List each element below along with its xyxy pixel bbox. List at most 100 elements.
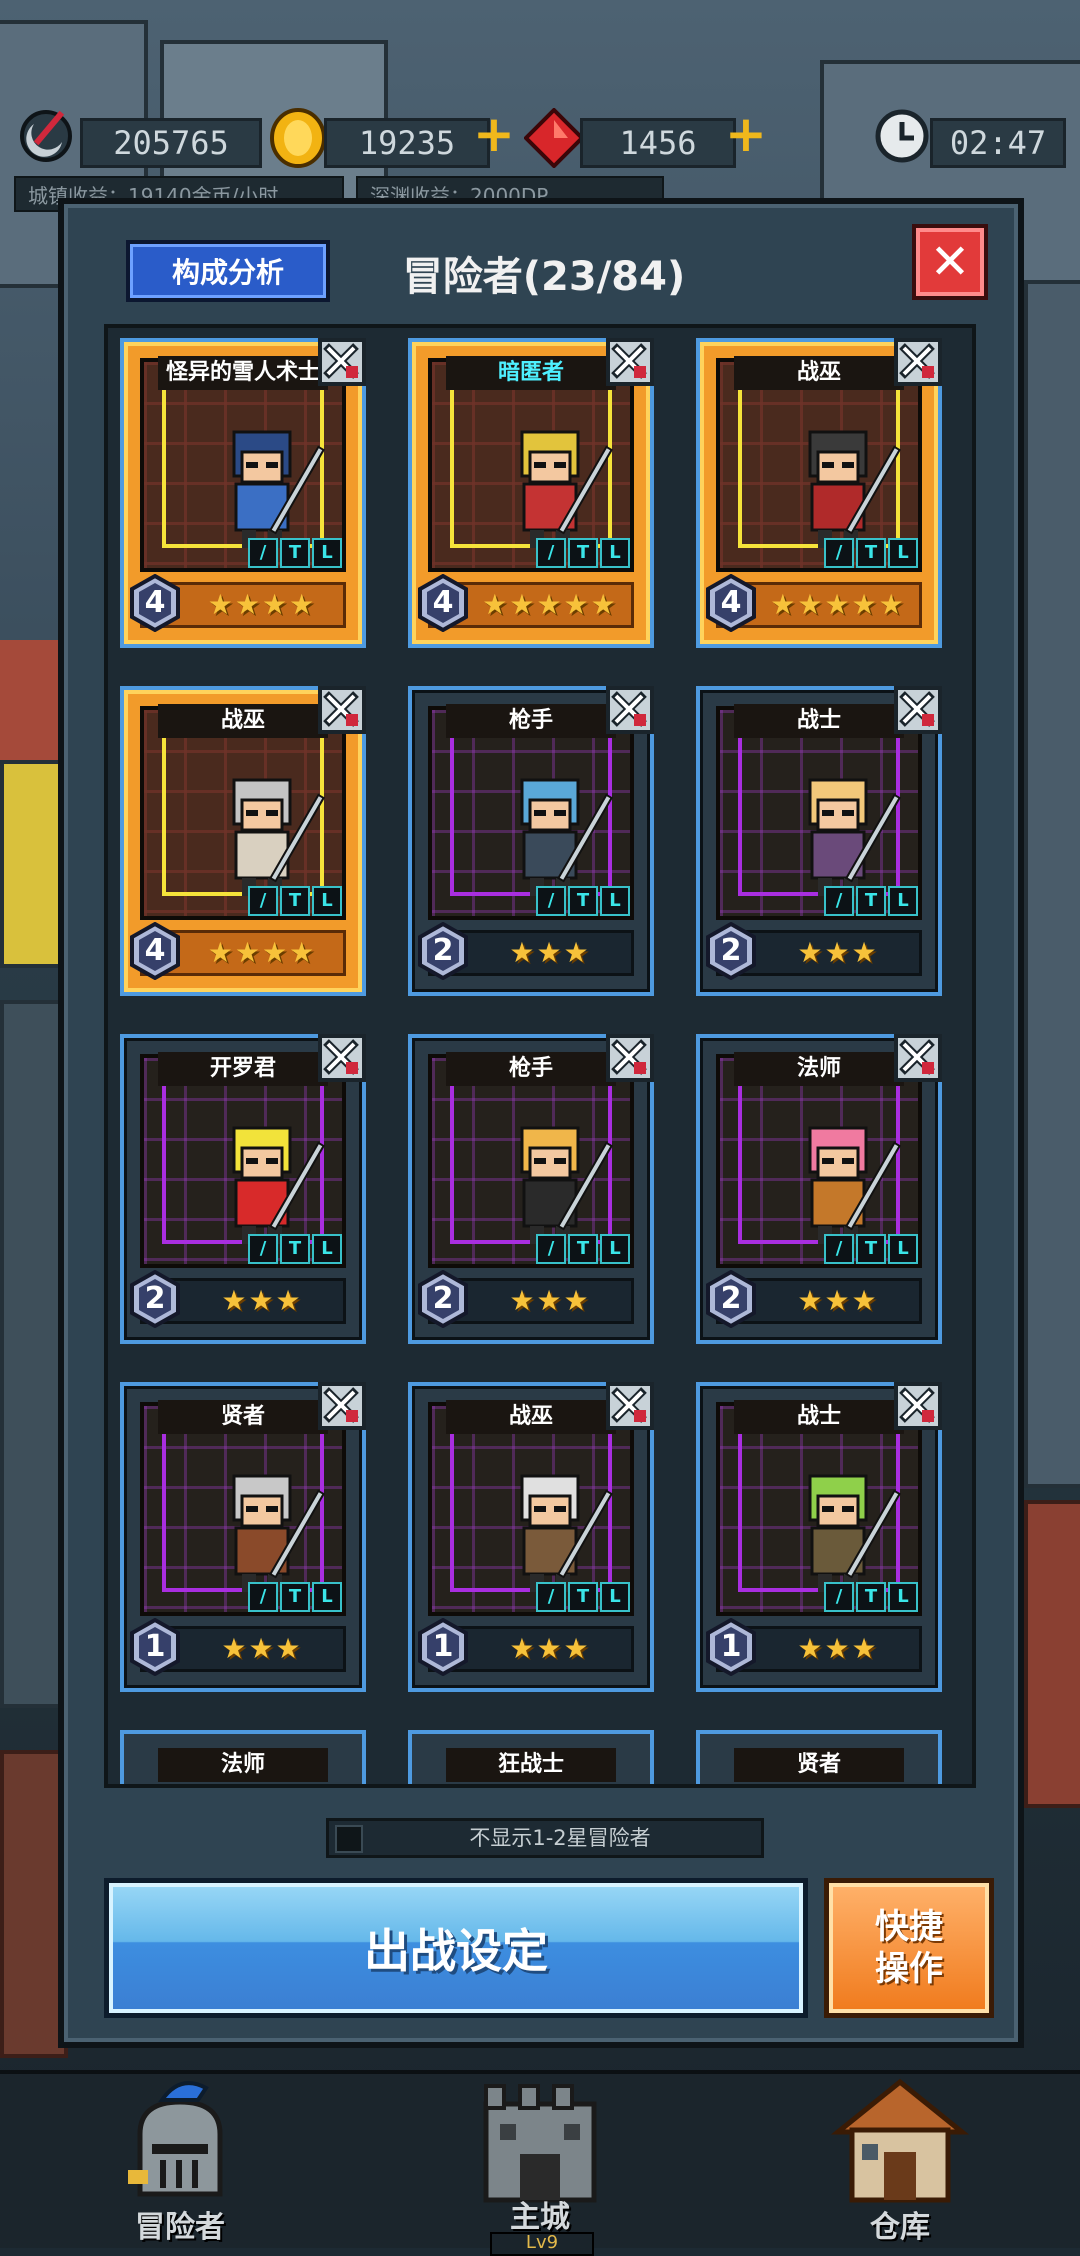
armor-slot-icon: T	[856, 1582, 886, 1612]
boots-slot-icon: L	[888, 886, 918, 916]
crossed-swords-icon[interactable]	[316, 1380, 368, 1432]
gold-coin-icon	[266, 106, 330, 170]
adventurer-grid: 怪异的雪人术士 / T L 4 ★★★★ 暗匿者 / T L 4 ★★★★★ 战巫 / T L 4 ★★★★★ 战巫…	[120, 338, 966, 1692]
adventurer-name: 贤者	[158, 1400, 328, 1434]
crossed-swords-icon[interactable]	[892, 336, 944, 388]
level-badge: 2	[706, 921, 756, 981]
adventurer-card[interactable]: 枪手 / T L 2 ★★★	[408, 1034, 654, 1344]
equipment-slots: / T L	[536, 1582, 630, 1612]
weapon-slot-icon: /	[824, 538, 854, 568]
quick-label-1: 快捷	[875, 1907, 943, 1947]
add-gold-button[interactable]: +	[472, 109, 516, 159]
crossed-swords-icon[interactable]	[604, 336, 656, 388]
nav-main-city-label: 主城	[510, 2200, 570, 2235]
adventurer-card[interactable]: 贤者	[696, 1730, 942, 1784]
adventurer-name: 贤者	[734, 1748, 904, 1782]
adventurer-card[interactable]: 法师	[120, 1730, 366, 1784]
nav-adventurers[interactable]: 冒险者	[0, 2074, 360, 2248]
crossed-swords-icon[interactable]	[316, 684, 368, 736]
panel-header: 构成分析 冒险者(23/84) ✕	[64, 204, 1018, 324]
equipment-slots: / T L	[248, 538, 342, 568]
level-badge: 4	[130, 921, 180, 981]
crossed-swords-icon[interactable]	[604, 1380, 656, 1432]
level-number: 1	[720, 1629, 742, 1664]
composition-analysis-button[interactable]: 构成分析	[126, 240, 330, 302]
crossed-swords-icon[interactable]	[892, 684, 944, 736]
adventurer-name: 开罗君	[158, 1052, 328, 1086]
adventurer-name: 暗匿者	[446, 356, 616, 390]
gold-value: 19235	[324, 118, 490, 168]
adventurer-name: 枪手	[446, 1052, 616, 1086]
star-rating: ★★★	[509, 1632, 591, 1665]
warehouse-house-icon	[830, 2074, 970, 2204]
crossed-swords-icon[interactable]	[892, 1032, 944, 1084]
equipment-slots: / T L	[824, 886, 918, 916]
checkbox[interactable]	[335, 1825, 363, 1853]
level-number: 2	[432, 933, 454, 968]
level-badge: 2	[418, 1269, 468, 1329]
weapon-slot-icon: /	[536, 538, 566, 568]
add-gems-button[interactable]: +	[724, 109, 768, 159]
crossed-swords-icon[interactable]	[316, 336, 368, 388]
boots-slot-icon: L	[888, 538, 918, 568]
armor-slot-icon: T	[280, 1234, 310, 1264]
adventurer-card[interactable]: 开罗君 / T L 2 ★★★	[120, 1034, 366, 1344]
adventurer-name: 战巫	[734, 356, 904, 390]
weapon-slot-icon: /	[536, 1234, 566, 1264]
boots-slot-icon: L	[312, 538, 342, 568]
level-badge: 2	[418, 921, 468, 981]
armor-slot-icon: T	[568, 538, 598, 568]
battle-settings-button[interactable]: 出战设定	[104, 1878, 808, 2018]
star-rating: ★★★	[797, 1284, 879, 1317]
nav-warehouse[interactable]: 仓库	[720, 2074, 1080, 2248]
star-rating: ★★★	[797, 1632, 879, 1665]
boots-slot-icon: L	[312, 1582, 342, 1612]
star-rating: ★★★	[509, 1284, 591, 1317]
boots-slot-icon: L	[600, 1234, 630, 1264]
adventurer-card[interactable]: 战巫 / T L 4 ★★★★★	[696, 338, 942, 648]
nav-main-city[interactable]: 主城 Lv9	[360, 2074, 720, 2256]
boots-slot-icon: L	[888, 1582, 918, 1612]
clock-icon	[872, 106, 932, 166]
level-badge: 4	[706, 573, 756, 633]
town-coins-value: 205765	[80, 118, 262, 168]
quick-action-button[interactable]: 快捷 操作	[824, 1878, 994, 2018]
level-number: 1	[432, 1629, 454, 1664]
hide-low-star-toggle[interactable]: 不显示1-2星冒险者	[326, 1818, 764, 1858]
adventurer-card[interactable]: 贤者 / T L 1 ★★★	[120, 1382, 366, 1692]
equipment-slots: / T L	[248, 1234, 342, 1264]
level-number: 4	[144, 585, 166, 620]
crossed-swords-icon[interactable]	[892, 1380, 944, 1432]
boots-slot-icon: L	[888, 1234, 918, 1264]
adventurer-card[interactable]: 战巫 / T L 4 ★★★★	[120, 686, 366, 996]
weapon-slot-icon: /	[248, 538, 278, 568]
adventurer-card[interactable]: 战士 / T L 2 ★★★	[696, 686, 942, 996]
star-rating: ★★★★★	[770, 588, 906, 621]
close-button[interactable]: ✕	[912, 224, 988, 300]
weapon-slot-icon: /	[824, 1582, 854, 1612]
crossed-swords-icon[interactable]	[316, 1032, 368, 1084]
adventurer-card[interactable]: 法师 / T L 2 ★★★	[696, 1034, 942, 1344]
adventurer-card[interactable]: 狂战士	[408, 1730, 654, 1784]
armor-slot-icon: T	[568, 1234, 598, 1264]
crossed-swords-icon[interactable]	[604, 684, 656, 736]
weapon-slot-icon: /	[248, 1582, 278, 1612]
adventurer-card[interactable]: 暗匿者 / T L 4 ★★★★★	[408, 338, 654, 648]
crossed-swords-icon[interactable]	[604, 1032, 656, 1084]
adventurer-list[interactable]: 怪异的雪人术士 / T L 4 ★★★★ 暗匿者 / T L 4 ★★★★★ 战巫 / T L 4 ★★★★★ 战巫…	[104, 324, 976, 1788]
armor-slot-icon: T	[568, 886, 598, 916]
boots-slot-icon: L	[600, 886, 630, 916]
equipment-slots: / T L	[824, 1234, 918, 1264]
equipment-slots: / T L	[824, 538, 918, 568]
equipment-slots: / T L	[248, 886, 342, 916]
adventurer-name: 战巫	[446, 1400, 616, 1434]
filter-label: 不显示1-2星冒险者	[469, 1826, 651, 1850]
armor-slot-icon: T	[280, 538, 310, 568]
adventurer-card[interactable]: 怪异的雪人术士 / T L 4 ★★★★	[120, 338, 366, 648]
weapon-slot-icon: /	[824, 1234, 854, 1264]
level-number: 2	[720, 1281, 742, 1316]
adventurer-card[interactable]: 枪手 / T L 2 ★★★	[408, 686, 654, 996]
adventurer-card[interactable]: 战士 / T L 1 ★★★	[696, 1382, 942, 1692]
adventurer-card[interactable]: 战巫 / T L 1 ★★★	[408, 1382, 654, 1692]
level-badge: 2	[706, 1269, 756, 1329]
